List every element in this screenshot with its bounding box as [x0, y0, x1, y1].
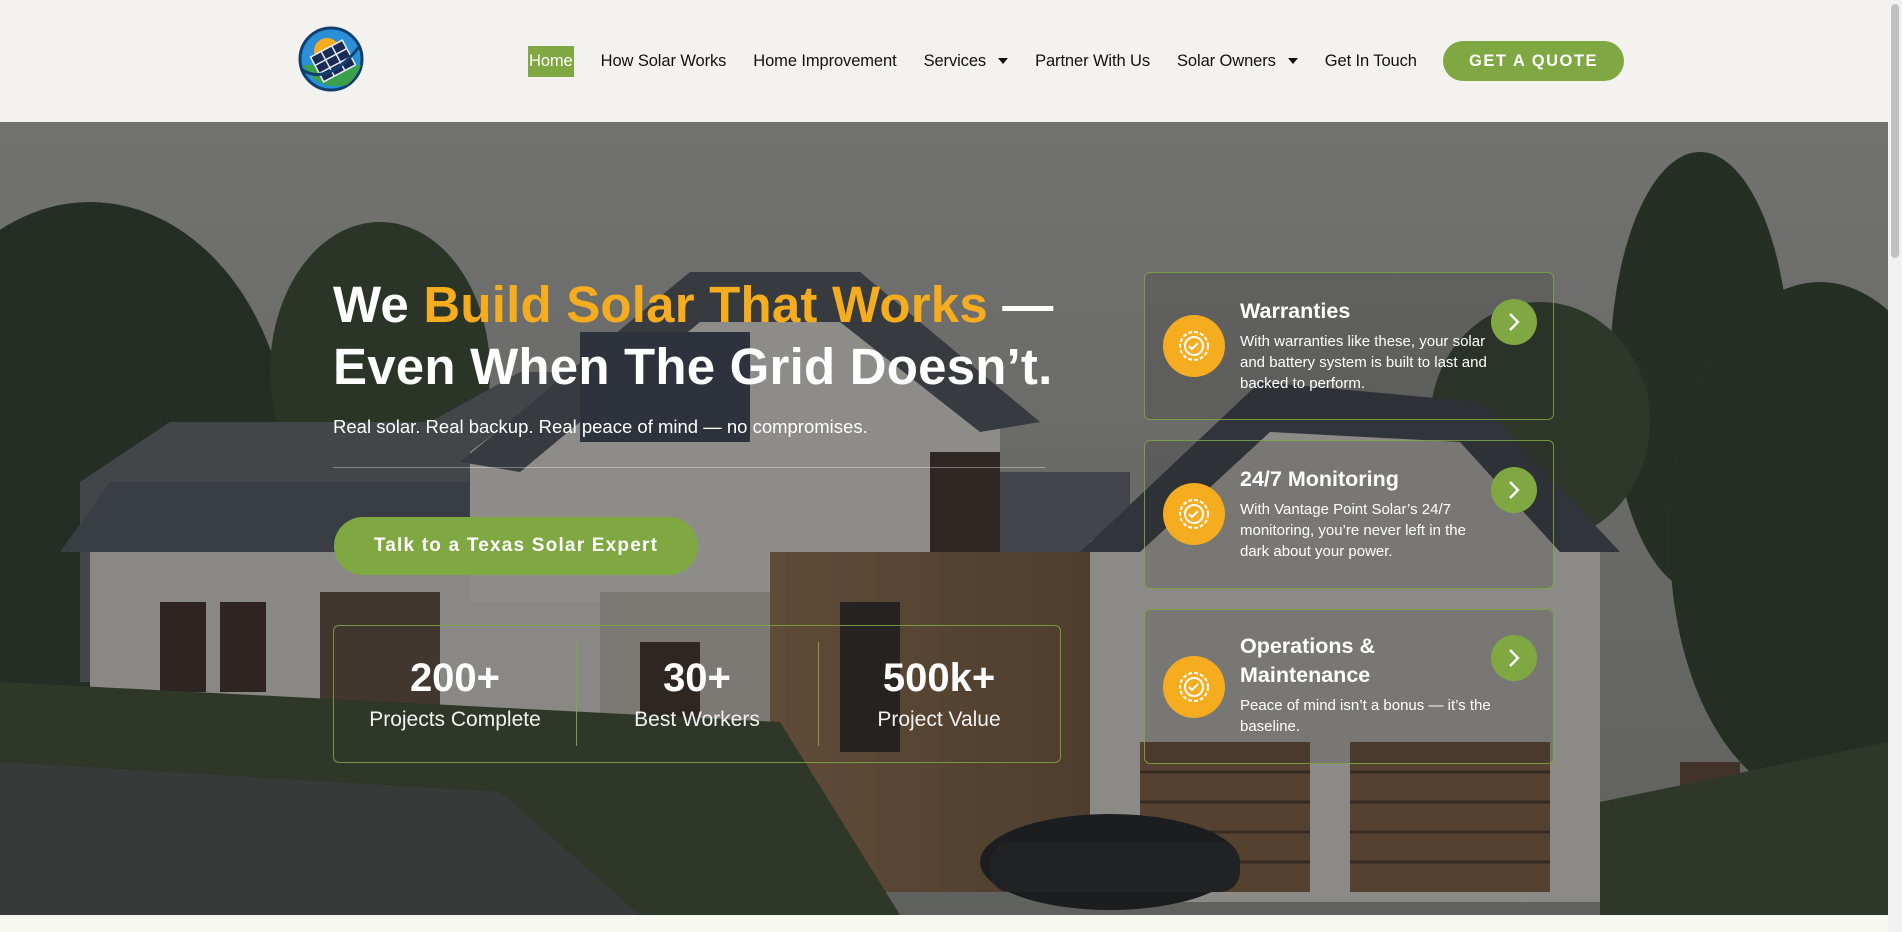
stat-value: 500k+ — [882, 656, 996, 700]
hero-dark-overlay — [0, 122, 1888, 915]
card-title: Warranties — [1240, 299, 1351, 323]
page-scrollbar[interactable] — [1888, 0, 1902, 932]
nav-get-in-touch[interactable]: Get In Touch — [1325, 52, 1417, 71]
stat-value: 30+ — [663, 656, 731, 700]
main-nav: Home How Solar Works Home Improvement Se… — [528, 44, 1444, 78]
nav-how-solar-works[interactable]: How Solar Works — [601, 52, 727, 71]
nav-label: Services — [923, 51, 987, 70]
nav-label: Home Improvement — [753, 51, 897, 70]
chevron-down-icon — [998, 58, 1009, 64]
stat-label: Project Value — [877, 708, 1001, 731]
hero-subheadline: Real solar. Real backup. Real peace of m… — [333, 416, 868, 437]
scrollbar-thumb[interactable] — [1891, 4, 1899, 258]
chevron-down-icon — [1287, 58, 1298, 64]
card-title: Operations & Maintenance — [1240, 634, 1375, 687]
site-header: Home How Solar Works Home Improvement Se… — [0, 0, 1888, 122]
nav-label: Get In Touch — [1324, 51, 1417, 70]
award-badge-icon — [1163, 483, 1225, 545]
card-text: With Vantage Point Solar’s 24/7 monitori… — [1240, 501, 1466, 560]
solar-panel-globe-logo-icon — [298, 26, 364, 92]
hero-section: We Build Solar That Works — Even When Th… — [0, 122, 1888, 915]
headline-text: We — [333, 276, 424, 333]
nav-home[interactable]: Home — [528, 45, 574, 77]
stat-label: Projects Complete — [369, 708, 541, 731]
award-badge-icon — [1163, 656, 1225, 718]
card-text: Peace of mind isn’t a bonus — it’s the b… — [1240, 697, 1491, 735]
nav-services[interactable]: Services — [923, 51, 1009, 71]
card-title: 24/7 Monitoring — [1240, 467, 1399, 491]
stat-item: 30+ Best Workers — [576, 626, 818, 762]
site-logo[interactable] — [297, 25, 365, 93]
nav-label: Home — [529, 51, 573, 70]
nav-solar-owners[interactable]: Solar Owners — [1177, 52, 1298, 71]
nav-home-improvement[interactable]: Home Improvement — [753, 52, 896, 71]
feature-card-monitoring[interactable]: 24/7 Monitoring With Vantage Point Solar… — [1144, 440, 1554, 589]
stat-item: 200+ Projects Complete — [334, 626, 576, 762]
hero-divider — [333, 467, 1045, 468]
stats-panel: 200+ Projects Complete 30+ Best Workers … — [333, 625, 1061, 763]
nav-partner-with-us[interactable]: Partner With Us — [1035, 52, 1150, 71]
stat-label: Best Workers — [634, 708, 760, 731]
nav-label: Partner With Us — [1035, 51, 1151, 70]
nav-label: How Solar Works — [600, 51, 727, 70]
next-section-edge — [0, 915, 1888, 932]
hero-headline: We Build Solar That Works — Even When Th… — [333, 274, 1093, 398]
award-badge-icon — [1163, 315, 1225, 377]
feature-card-operations-maintenance[interactable]: Operations & Maintenance Peace of mind i… — [1144, 609, 1554, 764]
talk-to-expert-button[interactable]: Talk to a Texas Solar Expert — [334, 517, 698, 575]
headline-accent-text: Build Solar That Works — [423, 276, 988, 333]
get-a-quote-button[interactable]: GET A QUOTE — [1443, 41, 1624, 81]
chevron-right-icon[interactable] — [1491, 635, 1537, 681]
chevron-right-icon[interactable] — [1491, 299, 1537, 345]
stat-item: 500k+ Project Value — [818, 626, 1060, 762]
feature-card-warranties[interactable]: Warranties With warranties like these, y… — [1144, 272, 1554, 420]
chevron-right-icon[interactable] — [1491, 467, 1537, 513]
nav-label: Solar Owners — [1177, 51, 1276, 70]
stat-value: 200+ — [409, 656, 501, 700]
card-text: With warranties like these, your solar a… — [1240, 333, 1487, 392]
